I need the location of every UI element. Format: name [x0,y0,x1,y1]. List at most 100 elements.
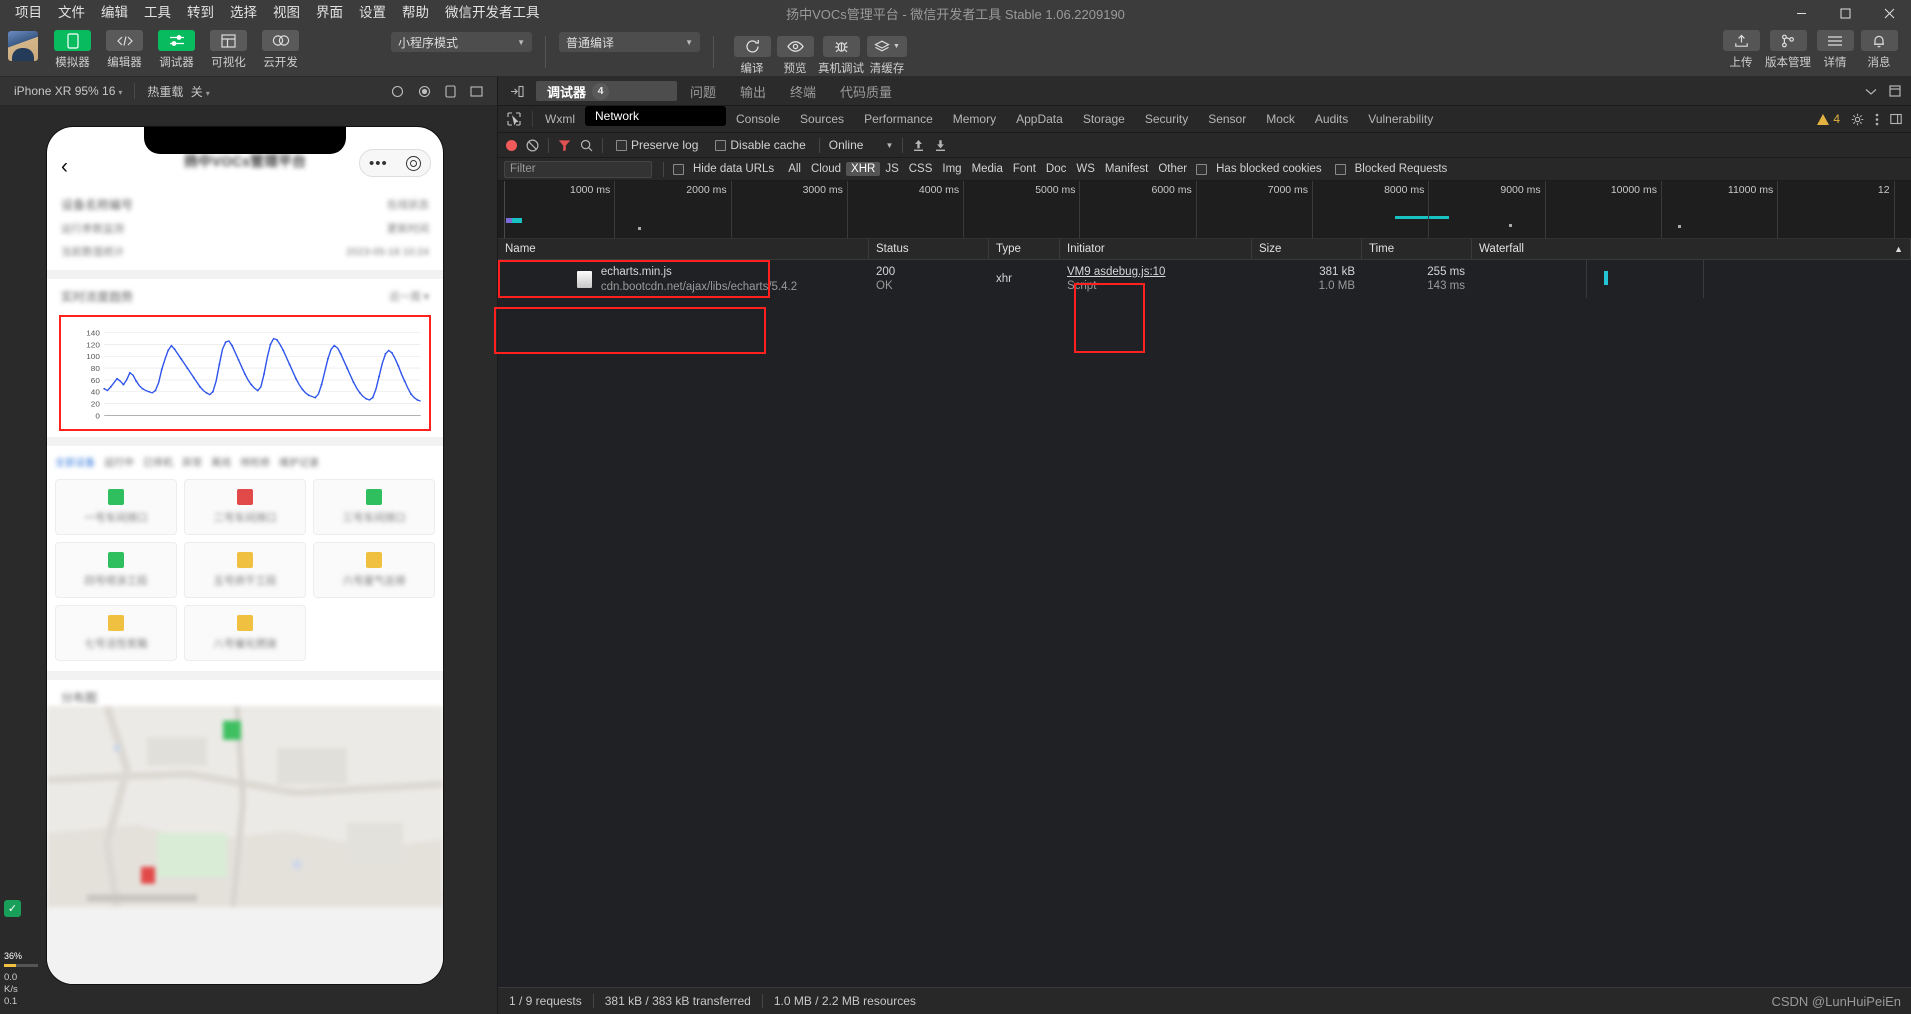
messages-button[interactable]: 消息 [1859,30,1899,70]
tab-wxml[interactable]: Wxml [535,106,585,132]
capsule-menu-icon[interactable]: ••• [369,156,388,171]
type-filter-font[interactable]: Font [1008,162,1041,176]
tab-appdata[interactable]: AppData [1006,106,1073,132]
tab-audits[interactable]: Audits [1305,106,1358,132]
filter-input[interactable]: Filter [504,160,652,178]
version-button[interactable]: 版本管理 [1765,30,1811,70]
clear-cache-button[interactable]: ▼ 清缓存 [867,36,907,76]
grid-item[interactable]: 七号活性炭箱 [55,605,177,661]
warning-badge[interactable]: 4 [1817,112,1840,126]
request-initiator[interactable]: VM9 asdebug.js:10 [1067,266,1245,278]
tab-security[interactable]: Security [1135,106,1198,132]
hide-data-urls-option[interactable]: Hide data URLs [673,162,779,176]
tool-button-simulator[interactable]: 模拟器 [50,30,95,70]
export-har-icon[interactable] [934,139,947,152]
menu-item-8[interactable]: 设置 [351,3,394,23]
menu-item-10[interactable]: 微信开发者工具 [437,3,548,23]
search-icon[interactable] [580,139,593,152]
type-filter-css[interactable]: CSS [904,162,938,176]
menu-item-5[interactable]: 选择 [222,3,265,23]
grid-item[interactable]: 三号车间排口 [313,479,435,535]
fullscreen-icon[interactable] [470,85,483,98]
type-filter-cloud[interactable]: Cloud [806,162,846,176]
details-button[interactable]: 详情 [1815,30,1855,70]
disable-cache-checkbox[interactable] [715,139,727,151]
type-filter-manifest[interactable]: Manifest [1100,162,1153,176]
network-timeline[interactable]: 1000 ms 2000 ms 3000 ms 4000 ms 5000 ms 6000 … [498,181,1911,239]
tool-button-cloud[interactable]: 云开发 [258,30,303,70]
type-filter-ws[interactable]: WS [1071,162,1100,176]
tab-sensor[interactable]: Sensor [1198,106,1256,132]
hide-data-urls-checkbox[interactable] [673,163,684,175]
disable-cache-option[interactable]: Disable cache [715,138,806,152]
menu-item-0[interactable]: 项目 [7,3,50,23]
refresh-icon[interactable] [391,85,404,98]
tab-vulnerability[interactable]: Vulnerability [1358,106,1443,132]
menu-item-1[interactable]: 文件 [50,3,93,23]
blocked-requests-checkbox[interactable] [1334,163,1346,175]
maximize-panel-icon[interactable] [1889,85,1901,97]
preview-button[interactable]: 预览 [775,36,815,76]
type-filter-img[interactable]: Img [937,162,966,176]
filter-tab-6[interactable]: 维护记录 [279,454,319,469]
column-time[interactable]: Time [1362,238,1472,260]
compile-select[interactable]: 普通编译 ▼ [559,32,700,52]
menu-item-9[interactable]: 帮助 [394,3,437,23]
hot-reload-select[interactable]: 热重载 关 ▾ [139,83,217,100]
column-initiator[interactable]: Initiator [1060,238,1252,260]
gear-icon[interactable] [1851,113,1864,126]
type-filter-media[interactable]: Media [967,162,1008,176]
compile-button[interactable]: 编译 [732,36,772,76]
type-filter-xhr[interactable]: XHR [846,162,881,176]
dock-right-icon[interactable] [506,81,528,101]
avatar[interactable] [8,31,38,61]
tab-network[interactable]: Network [585,106,726,126]
device-select[interactable]: iPhone XR 95% 16 ▾ [6,84,130,98]
mode-select[interactable]: 小程序模式 ▼ [391,32,532,52]
panel-tab-terminal[interactable]: 终端 [779,78,827,105]
close-button[interactable] [1867,0,1911,26]
column-name[interactable]: Name [498,238,869,260]
inspect-cursor-icon[interactable] [498,106,530,132]
menu-item-6[interactable]: 视图 [265,3,308,23]
throttle-select[interactable]: Online ▼ [829,138,894,152]
type-filter-other[interactable]: Other [1153,162,1192,176]
minimize-button[interactable] [1779,0,1823,26]
map-view[interactable] [47,706,443,907]
filter-tab-2[interactable]: 已停机 [143,454,173,469]
grid-item[interactable]: 六号废气总排 [313,542,435,598]
real-device-debug-button[interactable]: 真机调试 [818,36,864,76]
import-har-icon[interactable] [912,139,925,152]
type-filter-js[interactable]: JS [880,162,903,176]
type-filter-all[interactable]: All [783,162,806,176]
menu-item-3[interactable]: 工具 [136,3,179,23]
clear-icon[interactable] [526,138,539,152]
chart-range-select[interactable]: 近一周 ▾ [389,289,429,304]
network-table-body[interactable]: echarts.min.js cdn.bootcdn.net/ajax/libs… [498,260,1911,987]
preserve-log-checkbox[interactable] [616,139,627,151]
tab-console[interactable]: Console [726,106,790,132]
tab-performance[interactable]: Performance [854,106,943,132]
has-blocked-cookies-checkbox[interactable] [1196,163,1208,175]
funnel-icon[interactable] [558,139,571,152]
grid-item[interactable]: 四号喷涂工段 [55,542,177,598]
grid-item[interactable]: 二号车间排口 [184,479,306,535]
menu-item-2[interactable]: 编辑 [93,3,136,23]
panel-tab-debugger[interactable]: 调试器 4 [536,81,677,101]
table-row[interactable]: echarts.min.js cdn.bootcdn.net/ajax/libs… [498,260,1911,298]
capsule-close-icon[interactable] [405,155,421,171]
panel-tab-problems[interactable]: 问题 [679,78,727,105]
chevron-down-icon[interactable] [1865,87,1877,96]
close-panel-icon[interactable] [1890,113,1902,125]
preserve-log-option[interactable]: Preserve log [616,138,698,152]
filter-tab-5[interactable]: 待检修 [240,454,270,469]
column-status[interactable]: Status [869,238,989,260]
type-filter-doc[interactable]: Doc [1041,162,1071,176]
tool-button-debugger[interactable]: 调试器 [154,30,199,70]
blocked-requests-option[interactable]: Blocked Requests [1334,162,1453,176]
has-blocked-cookies-option[interactable]: Has blocked cookies [1196,162,1326,176]
rotate-icon[interactable] [445,84,456,98]
filter-tab-3[interactable]: 异常 [182,454,202,469]
filter-tab-0[interactable]: 全部设备 [55,454,95,469]
filter-tab-4[interactable]: 离线 [211,454,231,469]
